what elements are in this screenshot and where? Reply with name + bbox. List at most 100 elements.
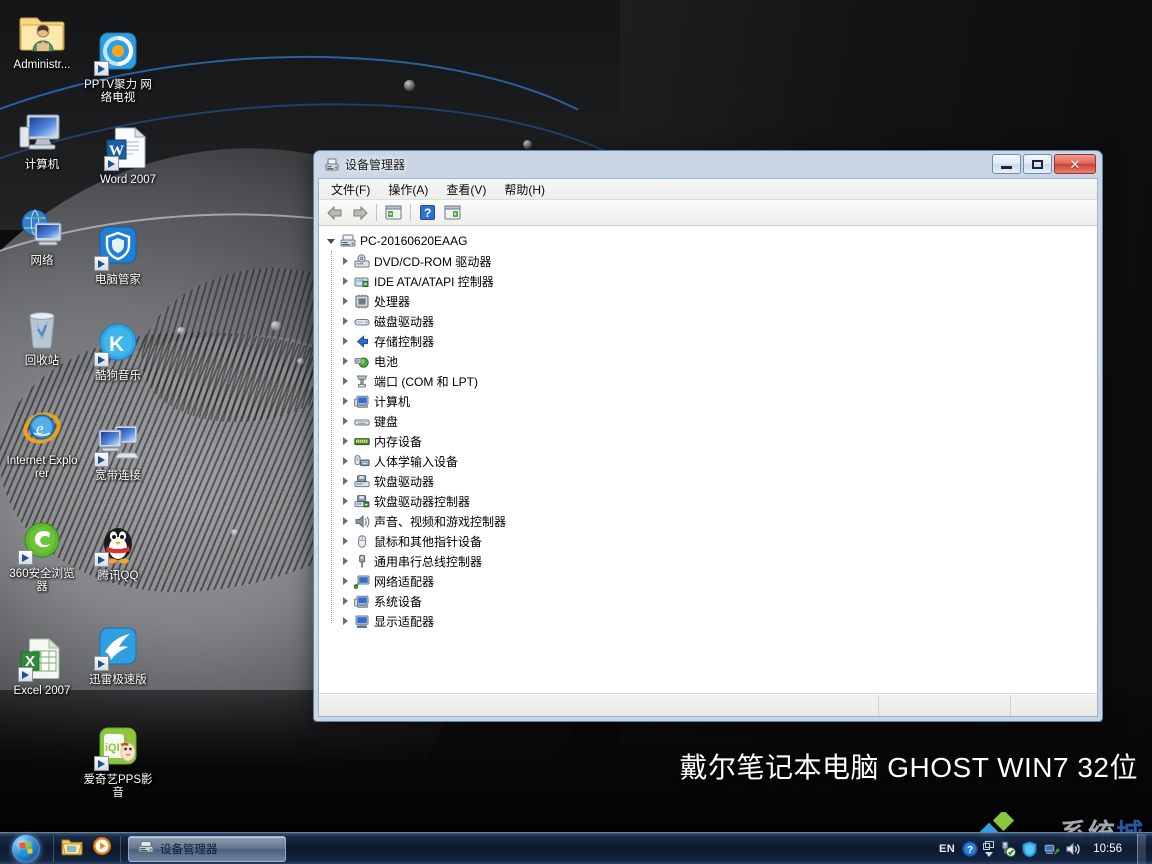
menu-action[interactable]: 操作(A)	[380, 179, 436, 200]
expand-collapse-toggle[interactable]	[337, 451, 353, 471]
expand-collapse-toggle[interactable]	[337, 251, 353, 271]
tray-language-indicator[interactable]: EN	[937, 843, 957, 855]
back-arrow-icon[interactable]	[323, 202, 346, 224]
tree-root-node[interactable]: PC-20160620EAAG	[323, 231, 1097, 251]
desktop-icon-computer[interactable]: 计算机	[4, 108, 80, 172]
volume-speaker-icon[interactable]	[1065, 841, 1082, 857]
tree-item-mice[interactable]: 鼠标和其他指针设备	[337, 531, 1097, 551]
tree-item-label: 软盘驱动器	[374, 473, 434, 490]
tree-item-floppy-controllers[interactable]: 软盘驱动器控制器	[337, 491, 1097, 511]
show-hidden-icons-icon[interactable]	[983, 841, 994, 857]
expand-collapse-toggle[interactable]	[323, 231, 339, 251]
maximize-button[interactable]	[1023, 154, 1052, 174]
desktop-icon-label: 爱奇艺PPS影音	[81, 774, 155, 800]
quicklaunch-windows-explorer[interactable]	[57, 835, 87, 863]
tree-item-system-devices[interactable]: 系统设备	[337, 591, 1097, 611]
tree-item-ide-ata-atapi[interactable]: IDE ATA/ATAPI 控制器	[337, 271, 1097, 291]
desktop-icon-pc-manager[interactable]: 电脑管家	[80, 223, 156, 287]
display-adapter-icon	[353, 613, 370, 629]
expand-collapse-toggle[interactable]	[337, 511, 353, 531]
tree-item-memory-devices[interactable]: 内存设备	[337, 431, 1097, 451]
minimize-button[interactable]	[992, 154, 1021, 174]
floppy-drive-icon	[353, 473, 370, 489]
expand-collapse-toggle[interactable]	[337, 471, 353, 491]
device-manager-window[interactable]: 设备管理器 ✕ 文件(F) 操作(A) 查看(V) 帮助(H)	[313, 150, 1103, 722]
tree-item-disk-drives[interactable]: 磁盘驱动器	[337, 311, 1097, 331]
show-hide-console-tree-icon[interactable]	[382, 202, 405, 224]
tree-children: DVD/CD-ROM 驱动器	[323, 251, 1097, 631]
tree-item-network-adapters[interactable]: 网络适配器	[337, 571, 1097, 591]
quicklaunch-media-player[interactable]	[87, 835, 117, 863]
properties-panel-icon[interactable]	[441, 202, 464, 224]
tree-item-display-adapters[interactable]: 显示适配器	[337, 611, 1097, 631]
help-question-icon[interactable]: ?	[416, 202, 439, 224]
desktop-icon-iqiyi-pps[interactable]: iQIYI 爱奇艺PPS影音	[80, 723, 156, 800]
clock[interactable]: 10:56	[1087, 842, 1128, 856]
expand-collapse-toggle[interactable]	[337, 291, 353, 311]
desktop-icon-network[interactable]: 网络	[4, 204, 80, 268]
expand-collapse-toggle[interactable]	[337, 331, 353, 351]
forward-arrow-icon[interactable]	[348, 202, 371, 224]
network-tray-icon[interactable]	[1043, 841, 1060, 857]
tree-item-processor[interactable]: 处理器	[337, 291, 1097, 311]
ports-icon	[353, 373, 370, 389]
device-tree-panel[interactable]: PC-20160620EAAG	[319, 226, 1097, 694]
taskbar-divider	[53, 836, 54, 862]
help-question-icon[interactable]: ?	[962, 841, 978, 857]
desktop-icon-label: 计算机	[25, 159, 60, 172]
tree-item-dvd-cdrom[interactable]: DVD/CD-ROM 驱动器	[337, 251, 1097, 271]
desktop-icon-broadband[interactable]: 宽带连接	[80, 419, 156, 483]
desktop-icon-label: Administr...	[14, 59, 71, 72]
expand-collapse-toggle[interactable]	[337, 591, 353, 611]
expand-collapse-toggle[interactable]	[337, 551, 353, 571]
menubar: 文件(F) 操作(A) 查看(V) 帮助(H)	[319, 179, 1097, 200]
expand-collapse-toggle[interactable]	[337, 531, 353, 551]
desktop-icon-excel[interactable]: X Excel 2007	[4, 634, 80, 698]
desktop-icon-recycle-bin[interactable]: 回收站	[4, 304, 80, 368]
tree-item-batteries[interactable]: 电池	[337, 351, 1097, 371]
expand-collapse-toggle[interactable]	[337, 391, 353, 411]
expand-collapse-toggle[interactable]	[337, 371, 353, 391]
show-desktop-button[interactable]	[1137, 834, 1146, 864]
expand-collapse-toggle[interactable]	[337, 271, 353, 291]
internet-explorer-icon: e	[18, 404, 66, 452]
close-button[interactable]: ✕	[1054, 154, 1096, 174]
expand-collapse-toggle[interactable]	[337, 611, 353, 631]
menu-file[interactable]: 文件(F)	[323, 179, 378, 200]
desktop-icon-tencent-qq[interactable]: 腾讯QQ	[80, 519, 156, 583]
tree-item-computer[interactable]: 计算机	[337, 391, 1097, 411]
desktop-icon-administrator[interactable]: Administr...	[4, 8, 80, 72]
start-button[interactable]	[2, 834, 50, 864]
window-controls: ✕	[992, 154, 1096, 174]
expand-collapse-toggle[interactable]	[337, 411, 353, 431]
tree-item-storage-controllers[interactable]: 存储控制器	[337, 331, 1097, 351]
tree-item-label: 键盘	[374, 413, 398, 430]
window-titlebar[interactable]: 设备管理器 ✕	[318, 151, 1098, 178]
expand-collapse-toggle[interactable]	[337, 491, 353, 511]
desktop-icon-xunlei[interactable]: 迅雷极速版	[80, 623, 156, 687]
tree-item-usb-controllers[interactable]: 通用串行总线控制器	[337, 551, 1097, 571]
expand-collapse-toggle[interactable]	[337, 571, 353, 591]
expand-collapse-toggle[interactable]	[337, 351, 353, 371]
desktop-icon-pptv[interactable]: PPTV聚力 网络电视	[80, 28, 156, 105]
tree-item-sound-video-game[interactable]: 声音、视频和游戏控制器	[337, 511, 1097, 531]
usb-safely-remove-icon[interactable]	[999, 841, 1016, 857]
menu-view[interactable]: 查看(V)	[438, 179, 494, 200]
toolbar-separator	[410, 204, 411, 221]
wallpaper-dot-6	[231, 529, 238, 536]
expand-collapse-toggle[interactable]	[337, 431, 353, 451]
desktop-icon-kugou-music[interactable]: K 酷狗音乐	[80, 319, 156, 383]
desktop-icon-label: 网络	[31, 255, 54, 268]
tree-item-keyboards[interactable]: 键盘	[337, 411, 1097, 431]
tree-item-floppy-drives[interactable]: 软盘驱动器	[337, 471, 1097, 491]
desktop-icon-360-browser[interactable]: 360安全浏览器	[4, 517, 80, 594]
svg-text:K: K	[109, 333, 124, 356]
tree-item-ports[interactable]: 端口 (COM 和 LPT)	[337, 371, 1097, 391]
security-shield-icon[interactable]	[1021, 841, 1038, 857]
tree-item-hid[interactable]: 人体学输入设备	[337, 451, 1097, 471]
menu-help[interactable]: 帮助(H)	[496, 179, 553, 200]
desktop-icon-word[interactable]: W Word 2007	[90, 123, 166, 187]
desktop-icon-internet-explorer[interactable]: e Internet Explorer	[4, 404, 80, 481]
expand-collapse-toggle[interactable]	[337, 311, 353, 331]
taskbar-button-device-manager[interactable]: 设备管理器	[128, 836, 286, 862]
